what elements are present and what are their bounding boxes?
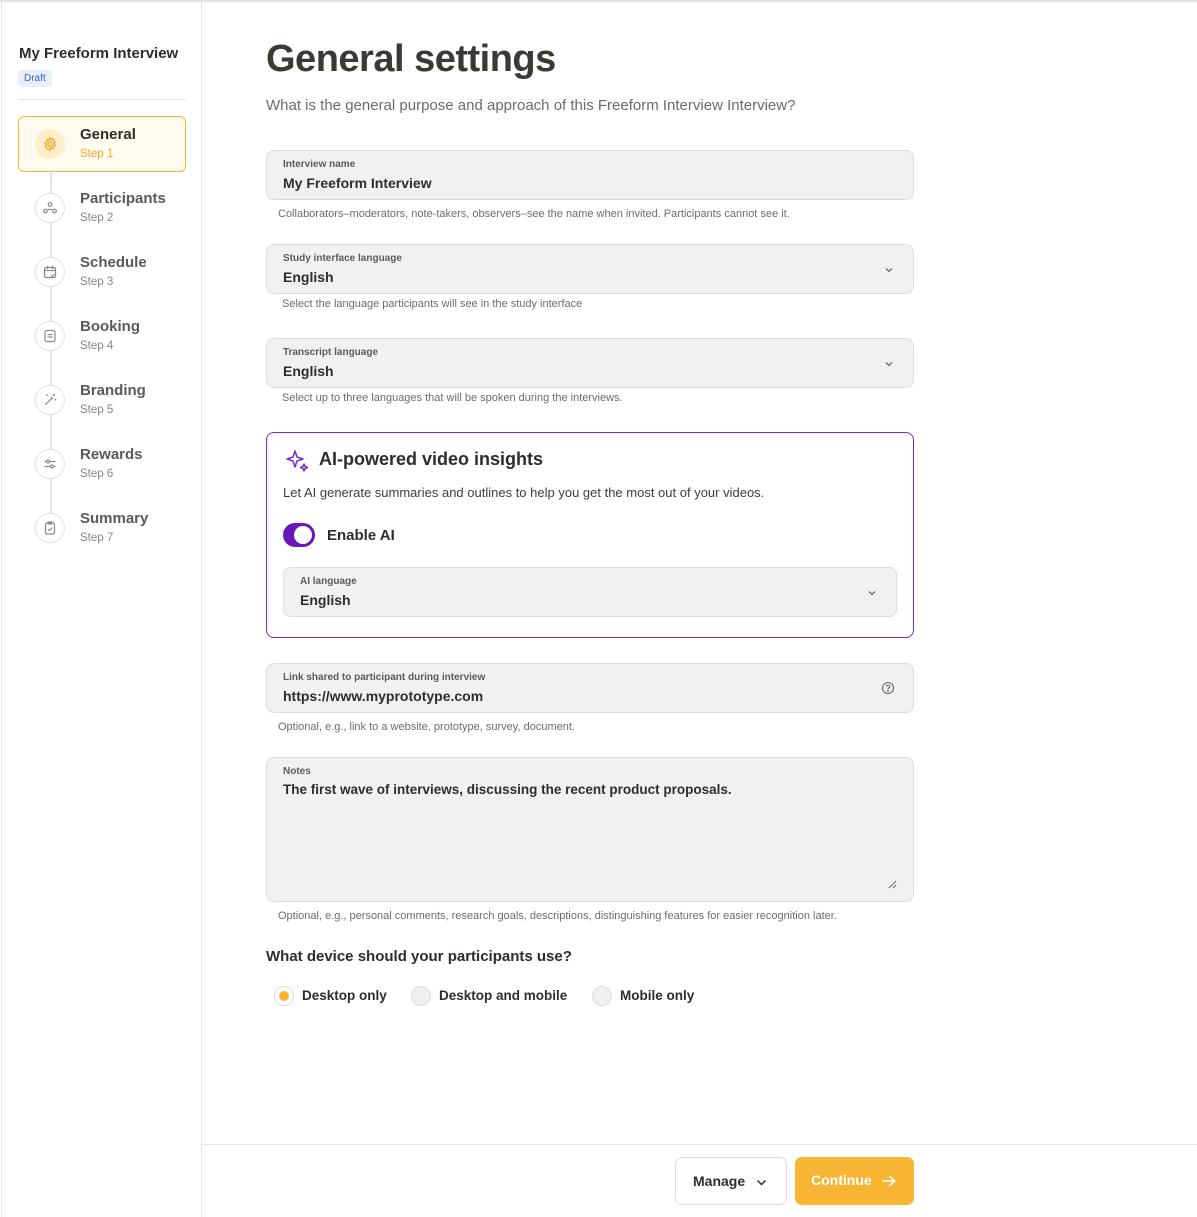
selected-value: English [300, 592, 351, 608]
field-label: AI language [300, 576, 357, 587]
step-number: Step 3 [80, 276, 114, 288]
radio-indicator [592, 986, 612, 1006]
toggle-knob [294, 526, 312, 544]
step-label: Summary [80, 510, 149, 527]
study-title: My Freeform Interview [19, 45, 179, 62]
notes-help: Optional, e.g., personal comments, resea… [278, 910, 837, 922]
sidebar-divider [18, 99, 186, 100]
transcript-language-select[interactable]: Transcript language English [266, 338, 914, 388]
ai-card-title: AI-powered video insights [319, 449, 544, 469]
step-label: Rewards [80, 446, 143, 463]
gear-icon [35, 129, 65, 159]
ai-card-description: Let AI generate summaries and outlines t… [283, 485, 765, 500]
sidebar-step-schedule[interactable]: Schedule Step 3 [18, 244, 186, 300]
participants-icon [35, 193, 65, 223]
interview-name-field[interactable]: Interview name My Freeform Interview [266, 150, 914, 200]
sparkle-icon [286, 450, 309, 472]
enable-ai-label: Enable AI [327, 527, 395, 544]
step-number: Step 1 [80, 148, 114, 160]
shared-link-field[interactable]: Link shared to participant during interv… [266, 663, 914, 713]
continue-button[interactable]: Continue [795, 1157, 914, 1205]
field-label: Transcript language [283, 347, 379, 358]
interview-name-help: Collaborators–moderators, note-takers, o… [278, 208, 790, 220]
step-number: Step 6 [80, 468, 114, 480]
enable-ai-toggle[interactable] [283, 523, 315, 547]
radio-indicator [411, 986, 431, 1006]
chevron-down-icon [885, 362, 893, 367]
resize-handle-icon[interactable] [888, 880, 897, 889]
step-label: General [80, 126, 136, 143]
step-label: Participants [80, 190, 166, 207]
page-subtitle: What is the general purpose and approach… [266, 97, 796, 114]
ai-insights-card: AI-powered video insights Let AI generat… [266, 432, 914, 638]
selected-value: English [283, 363, 334, 379]
chevron-down-icon [885, 268, 893, 273]
device-question: What device should your participants use… [266, 948, 572, 965]
sidebar-step-rewards[interactable]: Rewards Step 6 [18, 436, 186, 492]
field-label: Link shared to participant during interv… [283, 672, 486, 683]
arrow-right-icon [882, 1175, 896, 1187]
step-number: Step 5 [80, 404, 114, 416]
notes-textarea[interactable]: The first wave of interviews, discussing… [283, 782, 732, 797]
radio-indicator [274, 986, 294, 1006]
interface-language-help: Select the language participants will se… [282, 298, 583, 310]
rewards-icon [35, 449, 65, 479]
sidebar-step-summary[interactable]: Summary Step 7 [18, 500, 186, 556]
clipboard-check-icon [35, 513, 65, 543]
sidebar-step-general[interactable]: General Step 1 [18, 116, 186, 172]
step-number: Step 2 [80, 212, 114, 224]
step-number: Step 7 [80, 532, 114, 544]
selected-value: English [283, 269, 334, 285]
radio-label: Desktop only [302, 988, 387, 1003]
shared-link-help: Optional, e.g., link to a website, proto… [278, 721, 575, 733]
step-label: Branding [80, 382, 146, 399]
manage-button[interactable]: Manage [675, 1157, 787, 1205]
notes-field[interactable]: Notes The first wave of interviews, disc… [266, 757, 914, 902]
calendar-icon [35, 257, 65, 287]
transcript-language-help: Select up to three languages that will b… [282, 392, 623, 404]
sidebar-step-participants[interactable]: Participants Step 2 [18, 180, 186, 236]
chevron-down-icon [756, 1179, 767, 1186]
field-label: Study interface language [283, 253, 402, 264]
booking-icon [35, 321, 65, 351]
chevron-down-icon [868, 591, 876, 596]
status-badge: Draft [18, 70, 52, 87]
sidebar: My Freeform Interview Draft General Step… [1, 2, 202, 1217]
shared-link-input[interactable]: https://www.myprototype.com [283, 688, 483, 704]
interview-name-input[interactable]: My Freeform Interview [283, 175, 432, 191]
continue-label: Continue [811, 1172, 872, 1188]
step-label: Schedule [80, 254, 147, 271]
sidebar-step-booking[interactable]: Booking Step 4 [18, 308, 186, 364]
footer-divider [202, 1144, 1197, 1145]
field-label: Interview name [283, 159, 356, 170]
ai-language-select[interactable]: AI language English [283, 567, 897, 617]
field-label: Notes [283, 766, 311, 777]
step-number: Step 4 [80, 340, 114, 352]
page-title: General settings [266, 38, 556, 80]
help-circle-icon[interactable] [881, 681, 895, 695]
radio-label: Mobile only [620, 988, 695, 1003]
manage-label: Manage [693, 1173, 746, 1189]
sidebar-step-branding[interactable]: Branding Step 5 [18, 372, 186, 428]
radio-label: Desktop and mobile [439, 988, 568, 1003]
step-label: Booking [80, 318, 140, 335]
magic-wand-icon [35, 385, 65, 415]
interface-language-select[interactable]: Study interface language English [266, 244, 914, 294]
